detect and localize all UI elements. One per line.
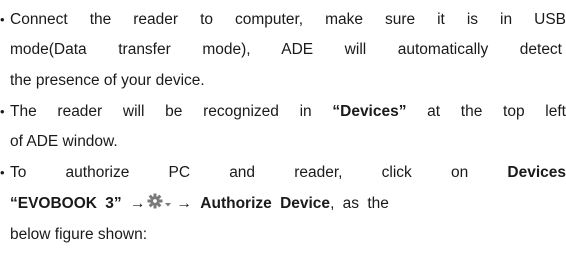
gear-shape — [147, 193, 163, 209]
bullet-1-line-2: mode(Data transfer mode), ADE will autom… — [10, 37, 562, 63]
gear-svg — [147, 193, 172, 209]
authorize-device-term: Authorize Device — [200, 195, 331, 212]
bullet-3-text-post: , as the — [330, 195, 389, 212]
arrow-icon: → — [129, 195, 146, 212]
bullet-marker: • — [0, 165, 5, 180]
devices-menu-term: Devices — [507, 164, 566, 181]
bullet-marker: • — [0, 104, 5, 119]
document-page: • Connect the reader to computer, make su… — [0, 0, 566, 269]
bullet-1-line-1: • Connect the reader to computer, make su… — [0, 7, 566, 33]
bullet-marker: • — [0, 12, 5, 27]
bullet-1-text-2: mode(Data transfer mode), ADE will autom… — [10, 41, 562, 58]
bullet-1-text-3: the presence of your device. — [10, 72, 205, 89]
devices-term: “Devices” — [332, 103, 407, 120]
gear-hole — [153, 199, 158, 203]
bullet-2-text-pre: The reader will be recognized in — [10, 103, 333, 120]
bullet-2-line-2: of ADE window. — [10, 129, 562, 155]
bullet-2-text-2: of ADE window. — [10, 133, 118, 150]
bullet-3-line-1: • To authorize PC and reader, click on De… — [0, 160, 566, 186]
arrow-icon: → — [176, 195, 192, 212]
bullet-2-line-1: • The reader will be recognized in “Devic… — [0, 99, 566, 125]
bullet-3-line-2: “EVOBOOK 3” → → Authorize Device, as the — [10, 191, 562, 217]
bullet-1-text-1: Connect the reader to computer, make sur… — [10, 11, 566, 28]
bullet-2-text-post: at the top left — [406, 103, 566, 120]
device-name-term: “EVOBOOK 3” — [10, 195, 122, 212]
bullet-3-line-3: below figure shown: — [10, 222, 562, 248]
gear-with-dropdown-icon — [146, 193, 173, 211]
bullet-3-text-pre: To authorize PC and reader, click on — [10, 164, 508, 181]
bullet-3-text-3: below figure shown: — [10, 226, 147, 243]
bullet-1-line-3: the presence of your device. — [10, 68, 562, 94]
dropdown-caret — [165, 203, 172, 207]
